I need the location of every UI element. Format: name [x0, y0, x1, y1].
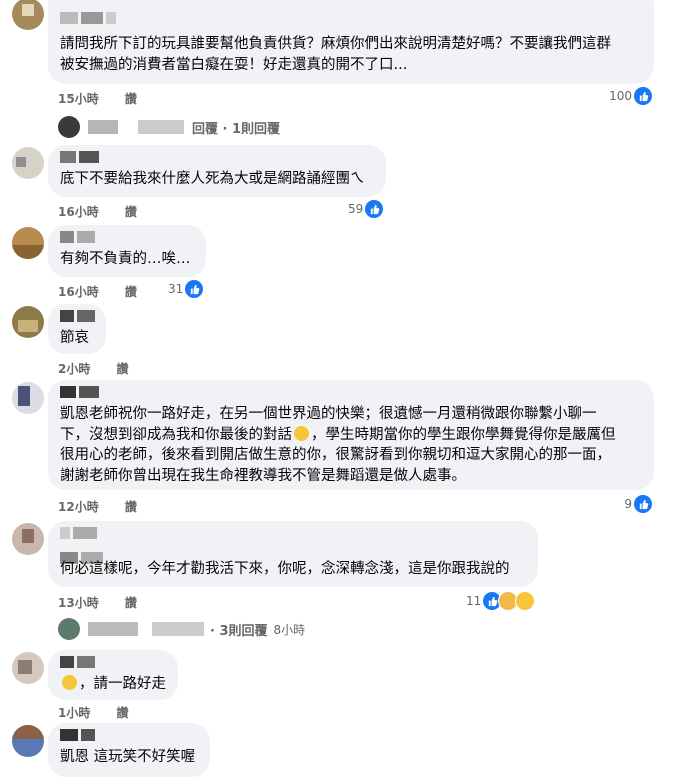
like-link[interactable]: 讚	[125, 92, 137, 106]
comment-bubble: 請問我所下訂的玩具誰要幫他負責供貨？麻煩你們出來說明清楚好嗎？不要讓我們這群 被…	[48, 0, 654, 84]
comment-meta: 12小時 讚	[58, 498, 159, 515]
reply-count: 回覆 · 1則回覆	[192, 121, 281, 137]
comment-text: 請問我所下訂的玩具誰要幫他負責供貨？麻煩你們出來說明清楚好嗎？不要讓我們這群 被…	[60, 36, 611, 73]
comment-meta: 2小時 讚	[58, 360, 151, 377]
comment-time[interactable]: 16小時	[58, 205, 99, 219]
reply-avatar	[58, 116, 80, 138]
comment-text: 何必這樣呢，今年才勸我活下來，你呢，念深轉念淺，這是你跟我說的	[60, 561, 510, 577]
reaction-count[interactable]: 9	[624, 495, 652, 513]
comment-text: 凱恩 這玩笑不好笑喔	[60, 749, 196, 765]
comment-text: 有夠不負責的…唉…	[60, 251, 191, 267]
commenter-name[interactable]	[60, 231, 98, 245]
blurred-name	[152, 622, 204, 636]
avatar[interactable]	[12, 725, 44, 757]
reaction-count[interactable]: 100	[609, 87, 652, 105]
comment-bubble: 何必這樣呢，今年才勸我活下來，你呢，念深轉念淺，這是你跟我說的	[48, 521, 538, 587]
comment-text: 底下不要給我來什麼人死為大或是網路誦經團ㄟ	[60, 171, 365, 187]
comment-meta: 16小時 讚	[58, 283, 159, 300]
avatar[interactable]	[12, 306, 44, 338]
comment-time[interactable]: 13小時	[58, 596, 99, 610]
comment-meta: 15小時 讚	[58, 90, 159, 107]
avatar[interactable]	[12, 0, 44, 30]
avatar[interactable]	[12, 147, 44, 179]
blurred-name	[88, 120, 118, 134]
like-link[interactable]: 讚	[125, 205, 137, 219]
like-link[interactable]: 讚	[125, 596, 137, 610]
commenter-name[interactable]	[60, 527, 106, 564]
comment-text: 節哀	[60, 330, 89, 346]
comment-bubble: 底下不要給我來什麼人死為大或是網路誦經團ㄟ	[48, 145, 386, 197]
comment-time[interactable]: 1小時	[58, 706, 90, 720]
comment-meta: 13小時 讚	[58, 594, 159, 611]
comment-meta: 1小時 讚	[58, 704, 151, 721]
commenter-name[interactable]	[60, 729, 98, 743]
avatar[interactable]	[12, 652, 44, 684]
comment-time[interactable]: 2小時	[58, 362, 90, 376]
comment-meta: 16小時 讚	[58, 203, 159, 220]
avatar[interactable]	[12, 382, 44, 414]
pensive-emoji-icon	[294, 425, 309, 441]
view-replies[interactable]: 回覆 · 1則回覆	[58, 116, 280, 138]
like-icon	[185, 280, 204, 298]
comment-time[interactable]: 15小時	[58, 92, 99, 106]
reply-count: · 3則回覆	[210, 623, 268, 639]
like-icon	[365, 200, 384, 218]
like-link[interactable]: 讚	[125, 500, 137, 514]
blurred-name	[88, 622, 138, 636]
reaction-number: 11	[466, 594, 482, 608]
like-icon	[634, 87, 652, 105]
reaction-number: 100	[609, 89, 632, 103]
reply-time[interactable]: 8小時	[274, 621, 306, 638]
like-icon	[634, 495, 652, 513]
view-replies[interactable]: · 3則回覆 8小時	[58, 618, 305, 640]
comment-text: 凱恩老師祝你一路好走，在另一個世界過的快樂；很遺憾一月還稍微跟你聯繫小聊一 下，…	[60, 404, 616, 486]
avatar[interactable]	[12, 227, 44, 259]
commenter-name[interactable]	[60, 151, 102, 165]
reaction-count[interactable]: 31	[168, 280, 204, 298]
relieved-emoji-icon	[62, 675, 77, 690]
commenter-name[interactable]	[60, 310, 98, 324]
reply-avatar	[58, 618, 80, 640]
like-link[interactable]: 讚	[117, 706, 129, 720]
avatar[interactable]	[12, 523, 44, 555]
comment-bubble: 節哀	[48, 304, 106, 354]
reaction-number: 59	[348, 202, 364, 216]
commenter-name[interactable]	[60, 12, 119, 26]
comment-time[interactable]: 12小時	[58, 500, 99, 514]
comment-text: ，請一路好走	[60, 674, 166, 695]
comment-text-part: ，請一路好走	[79, 676, 166, 692]
commenter-name[interactable]	[60, 386, 102, 400]
blurred-name	[138, 120, 184, 134]
reaction-count[interactable]: 59	[348, 200, 384, 218]
comment-time[interactable]: 16小時	[58, 285, 99, 299]
sad-emoji-icon	[515, 591, 536, 611]
like-link[interactable]: 讚	[125, 285, 137, 299]
commenter-name[interactable]	[60, 656, 98, 670]
like-link[interactable]: 讚	[117, 362, 129, 376]
comment-bubble: ，請一路好走	[48, 650, 178, 700]
reaction-number: 9	[624, 497, 632, 511]
reaction-count[interactable]: 11	[466, 591, 536, 611]
comment-bubble: 凱恩老師祝你一路好走，在另一個世界過的快樂；很遺憾一月還稍微跟你聯繫小聊一 下，…	[48, 380, 654, 490]
comment-bubble: 有夠不負責的…唉…	[48, 225, 206, 277]
reaction-number: 31	[168, 282, 184, 296]
